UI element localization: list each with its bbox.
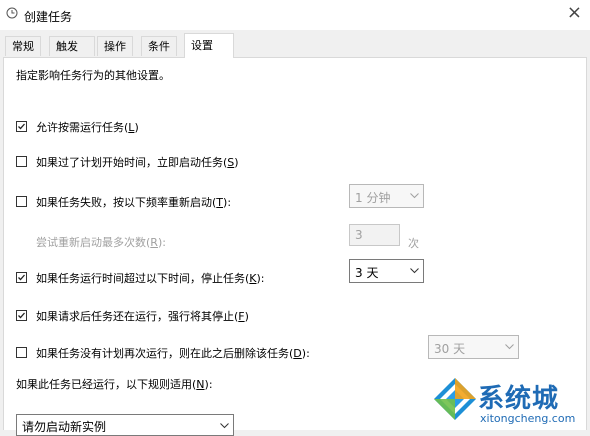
tab-general[interactable]: 常规	[5, 36, 41, 56]
watermark-logo: 系统城 xitongcheng.com	[430, 372, 590, 430]
close-icon[interactable]: ×	[567, 4, 582, 22]
watermark-url: xitongcheng.com	[480, 412, 576, 425]
check-icon	[18, 123, 25, 130]
delete-after-select[interactable]: 30 天	[428, 335, 519, 359]
tab-actions[interactable]: 操作	[97, 36, 133, 56]
restart-if-fails-checkbox[interactable]	[16, 196, 27, 207]
check-icon	[18, 274, 25, 281]
check-icon	[18, 312, 25, 319]
diamond-logo-icon	[434, 378, 476, 420]
chevron-down-icon	[410, 193, 419, 199]
restart-attempts-unit: 次	[408, 237, 419, 250]
chevron-down-icon	[505, 344, 514, 350]
chevron-down-icon	[410, 268, 419, 274]
tab-conditions[interactable]: 条件	[141, 36, 177, 56]
restart-attempts-field[interactable]: 3	[349, 224, 400, 246]
start-if-missed-checkbox[interactable]	[16, 156, 27, 167]
rule-select[interactable]: 请勿启动新实例	[16, 414, 234, 436]
title-bar: 创建任务 ×	[0, 0, 590, 30]
allow-on-demand-checkbox[interactable]	[16, 121, 27, 132]
stop-duration-select[interactable]: 3 天	[349, 259, 424, 283]
force-stop-checkbox[interactable]	[16, 310, 27, 321]
stop-if-runs-longer-checkbox[interactable]	[16, 272, 27, 283]
tab-triggers[interactable]: 触发器	[49, 36, 95, 73]
settings-description: 指定影响任务行为的其他设置。	[16, 69, 170, 82]
chevron-down-icon	[220, 423, 229, 429]
window-title: 创建任务	[24, 10, 73, 24]
clock-icon	[6, 7, 18, 19]
restart-interval-select[interactable]: 1 分钟	[349, 184, 424, 208]
watermark-brand: 系统城	[478, 384, 560, 414]
tab-settings[interactable]: 设置	[184, 33, 234, 58]
delete-if-not-scheduled-checkbox[interactable]	[16, 347, 27, 358]
